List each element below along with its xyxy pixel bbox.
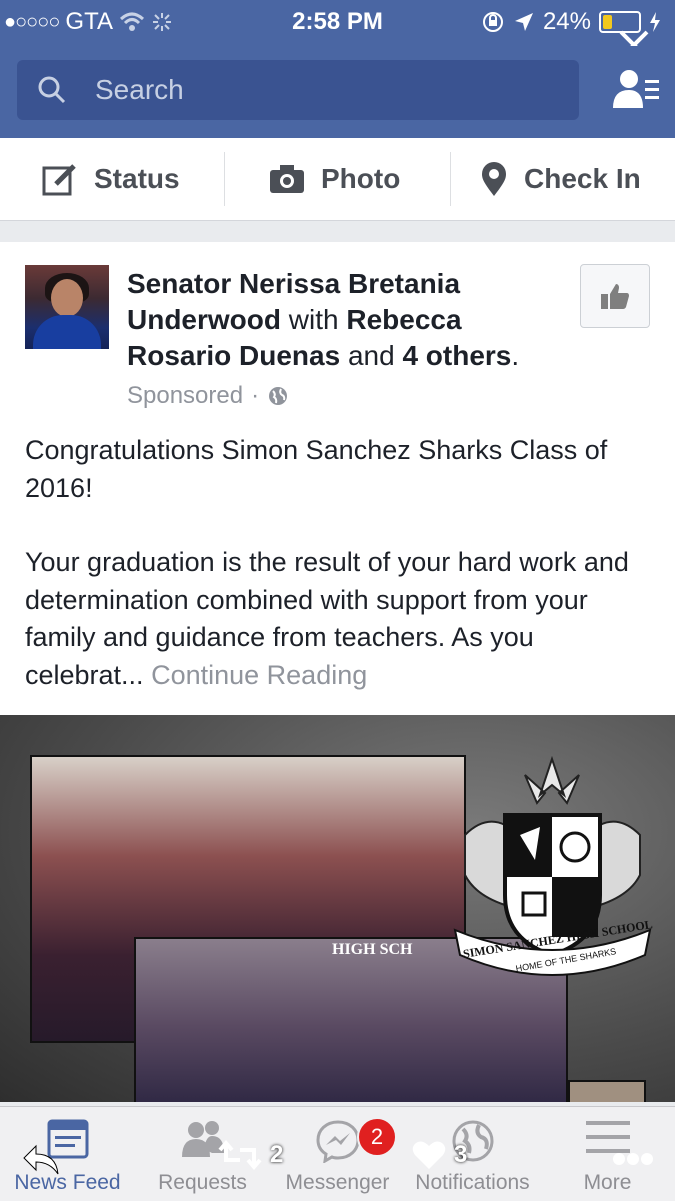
sponsored-label[interactable]: Sponsored [127, 382, 243, 410]
like-count: 3 [454, 1141, 468, 1168]
and-word: and [347, 340, 395, 371]
retweet-action[interactable]: 2 [218, 1140, 283, 1170]
post-meta: Sponsored · [127, 382, 289, 410]
tab-label: Notifications [415, 1171, 530, 1194]
post-header: Senator Nerissa Bretania Underwood with … [127, 266, 567, 374]
location-pin-icon [482, 162, 506, 196]
post-text: Congratulations Simon Sanchez Sharks Cla… [25, 432, 655, 694]
feed-post: Senator Nerissa Bretania Underwood with … [0, 242, 675, 1102]
like-page-button[interactable] [580, 264, 650, 328]
status-label: Status [94, 163, 180, 194]
heart-icon [412, 1141, 446, 1169]
others-link[interactable]: 4 others [402, 340, 511, 371]
search-icon [38, 76, 66, 104]
with-word: with [288, 304, 339, 335]
messenger-badge: 2 [357, 1117, 397, 1157]
globe-icon [269, 387, 288, 405]
search-placeholder: Search [95, 74, 184, 105]
graduation-photo-small [568, 1080, 646, 1102]
reply-icon[interactable] [22, 1144, 62, 1176]
thumbs-up-icon [601, 284, 629, 309]
rotation-lock-icon [482, 12, 503, 32]
post-image[interactable]: HIGH SCH SIMON SANCHEZ HIGH SCHOOL HOME … [0, 715, 675, 1102]
tab-label: Requests [158, 1171, 247, 1194]
like-action[interactable]: 3 [412, 1140, 467, 1170]
menu-icon [585, 1121, 630, 1153]
continue-reading-link[interactable]: Continue Reading [151, 660, 367, 690]
post-paragraph-2: Your graduation is the result of your ha… [25, 544, 655, 694]
status-button[interactable]: Status [42, 138, 180, 220]
avatar[interactable] [25, 265, 109, 349]
tab-news-feed[interactable]: News Feed [0, 1107, 135, 1201]
post-paragraph-1: Congratulations Simon Sanchez Sharks Cla… [25, 435, 608, 503]
checkin-button[interactable]: Check In [480, 138, 641, 220]
top-navigation: Search [0, 46, 675, 138]
meta-separator: · [251, 382, 260, 409]
divider [450, 152, 451, 206]
retweet-icon [218, 1140, 262, 1170]
bottom-tab-bar: News Feed Requests Messenger Notificatio… [0, 1106, 675, 1201]
photo-label: Photo [321, 163, 401, 194]
messenger-icon [315, 1120, 360, 1163]
battery-percent: 24% [542, 8, 591, 35]
friends-list-icon[interactable] [613, 68, 659, 112]
checkin-label: Check In [524, 163, 641, 194]
location-arrow-icon [514, 13, 533, 31]
tab-more[interactable]: More [540, 1107, 675, 1201]
tab-label: Messenger [285, 1171, 390, 1194]
header-period: . [511, 340, 520, 371]
tab-label: More [583, 1171, 632, 1194]
post-composer-bar: Status Photo Check In [0, 138, 675, 221]
edit-icon [42, 164, 76, 196]
banner-text: HIGH SCH [332, 941, 413, 958]
divider [224, 152, 225, 206]
photo-button[interactable]: Photo [269, 138, 400, 220]
avatar-face [51, 279, 83, 317]
search-input[interactable]: Search [17, 60, 579, 120]
more-options-icon[interactable] [612, 1152, 654, 1166]
camera-icon [270, 165, 304, 193]
battery-level [603, 15, 613, 29]
avatar-body [33, 315, 101, 349]
tab-label: News Feed [14, 1171, 121, 1194]
status-bar: ●○○○○ GTA 2:58 PM 24% [0, 0, 675, 46]
retweet-count: 2 [270, 1141, 284, 1168]
